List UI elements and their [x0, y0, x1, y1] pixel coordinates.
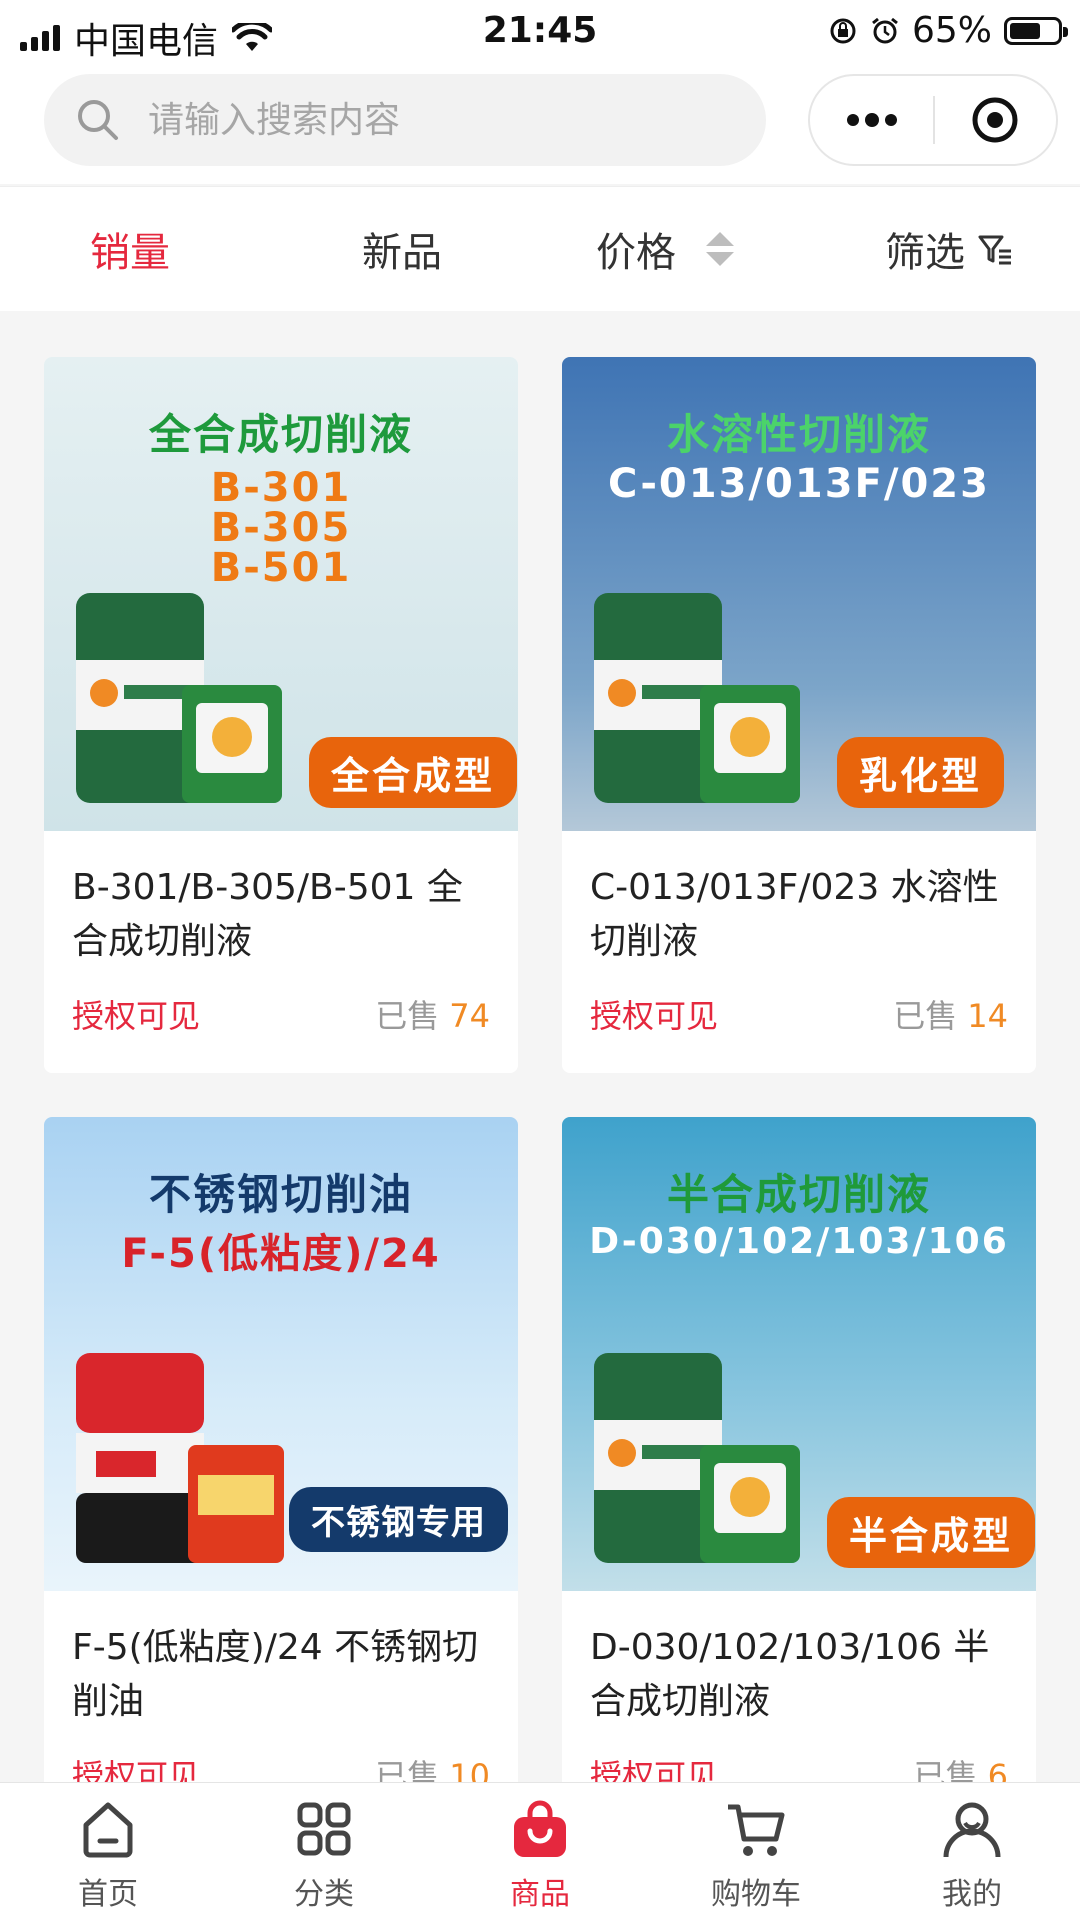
home-icon [83, 1802, 133, 1858]
search-icon [78, 100, 118, 140]
image-title: 不锈钢切削油 [148, 1170, 413, 1219]
tab-category[interactable]: 分类 [216, 1797, 432, 1913]
cart-icon [728, 1804, 785, 1856]
close-button[interactable] [935, 76, 1056, 164]
product-image[interactable]: 水溶性切削液 C-013/013F/023 乳化型 [562, 357, 1036, 831]
oil-drum-icon [594, 1353, 800, 1563]
product-info: F-5(低粘度)/24 不锈钢切削油 授权可见 已售 10 [44, 1591, 518, 1797]
product-meta: 授权可见 已售 14 [590, 991, 1008, 1037]
tab-home[interactable]: 首页 [0, 1797, 216, 1913]
price-auth-text: 授权可见 [72, 997, 201, 1035]
target-close-icon [972, 97, 1018, 143]
tab-profile[interactable]: 我的 [864, 1797, 1080, 1913]
product-card[interactable]: 水溶性切削液 C-013/013F/023 乳化型 C-013/013F/023… [562, 357, 1036, 1073]
product-image[interactable]: 半合成切削液 D-030/102/103/106 半合成型 [562, 1117, 1036, 1591]
sort-by-sales[interactable]: 销量 [90, 187, 170, 311]
search-bar[interactable] [44, 74, 766, 166]
sold-info: 已售 14 [893, 991, 1008, 1037]
battery-icon [1004, 16, 1068, 45]
product-info: B-301/B-305/B-501 全合成切削液 授权可见 已售 74 [44, 831, 518, 1037]
shopping-bag-icon [514, 1800, 566, 1857]
image-code: F-5(低粘度)/24 [121, 1231, 441, 1277]
image-badge: 不锈钢专用 [289, 1487, 508, 1552]
filter-icon [978, 235, 1011, 265]
product-name[interactable]: C-013/013F/023 水溶性切削液 [590, 861, 1008, 969]
alarm-icon [872, 17, 898, 43]
image-title: 水溶性切削液 [666, 410, 931, 459]
sort-price-label: 价格 [596, 230, 676, 276]
image-badge: 全合成型 [309, 737, 518, 808]
product-info: C-013/013F/023 水溶性切削液 授权可见 已售 14 [562, 831, 1036, 1037]
sort-arrows-icon [706, 232, 734, 266]
tab-home-label: 首页 [78, 1877, 138, 1912]
status-bar: 中国电信 21:45 65% [0, 0, 1080, 66]
sold-info: 已售 74 [375, 991, 490, 1037]
image-title: 半合成切削液 [666, 1170, 931, 1219]
tab-category-label: 分类 [294, 1877, 354, 1912]
sort-sales-label: 销量 [90, 230, 170, 276]
sold-label: 已售 [375, 997, 440, 1035]
user-icon [943, 1802, 1001, 1858]
tab-products[interactable]: 商品 [432, 1797, 648, 1913]
search-header [0, 66, 1080, 184]
status-right: 65% [828, 10, 1068, 51]
more-dots-icon [846, 113, 897, 127]
image-badge: 乳化型 [837, 737, 1005, 808]
image-code: D-030/102/103/106 [589, 1221, 1009, 1262]
sort-by-price[interactable]: 价格 [596, 187, 734, 311]
product-info: D-030/102/103/106 半合成切削液 授权可见 已售 6 [562, 1591, 1036, 1797]
image-code: C-013/013F/023 [608, 461, 990, 507]
tab-products-label: 商品 [510, 1877, 570, 1912]
filter-label: 筛选 [885, 230, 965, 276]
product-name[interactable]: D-030/102/103/106 半合成切削液 [590, 1621, 1008, 1729]
mini-program-capsule [808, 74, 1058, 166]
product-card[interactable]: 全合成切削液 B-301 B-305 B-501 全合成型 B-301/B-30… [44, 357, 518, 1073]
product-image[interactable]: 全合成切削液 B-301 B-305 B-501 全合成型 [44, 357, 518, 831]
sort-new-label: 新品 [362, 230, 442, 276]
tab-profile-label: 我的 [942, 1877, 1002, 1912]
oil-drum-icon [76, 1353, 284, 1563]
product-name[interactable]: F-5(低粘度)/24 不锈钢切削油 [72, 1621, 490, 1729]
product-image[interactable]: 不锈钢切削油 F-5(低粘度)/24 不锈钢专用 [44, 1117, 518, 1591]
more-button[interactable] [810, 76, 933, 164]
price-auth-text: 授权可见 [590, 997, 719, 1035]
sort-by-new[interactable]: 新品 [362, 187, 442, 311]
bottom-tab-bar: 首页 分类 商品 购物车 我的 [0, 1782, 1080, 1921]
search-input[interactable] [146, 98, 710, 142]
image-title: 全合成切削液 [148, 410, 413, 459]
filter-button[interactable]: 筛选 [885, 187, 1015, 311]
rotation-lock-icon [830, 18, 856, 43]
sort-bar: 销量 新品 价格 筛选 [0, 186, 1080, 311]
product-name[interactable]: B-301/B-305/B-501 全合成切削液 [72, 861, 490, 969]
oil-drum-icon [594, 593, 800, 803]
tab-cart[interactable]: 购物车 [648, 1797, 864, 1913]
battery-percent: 65% [911, 10, 992, 51]
battery-fill [1010, 22, 1040, 39]
tab-cart-label: 购物车 [711, 1877, 801, 1912]
sold-label: 已售 [893, 997, 958, 1035]
oil-drum-icon [76, 593, 282, 803]
image-badge: 半合成型 [827, 1497, 1036, 1568]
sold-count: 14 [967, 997, 1008, 1035]
sold-count: 74 [449, 997, 490, 1035]
product-meta: 授权可见 已售 74 [72, 991, 490, 1037]
category-icon [297, 1802, 351, 1856]
